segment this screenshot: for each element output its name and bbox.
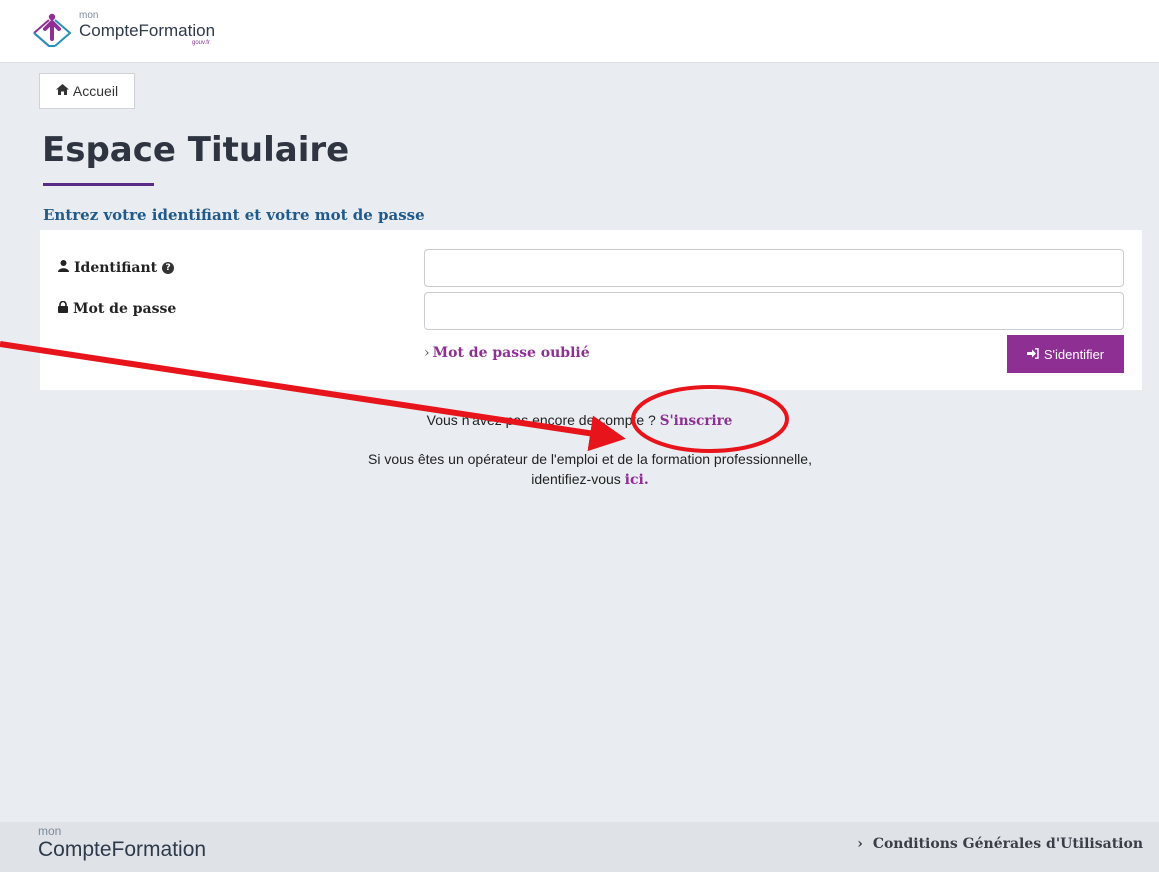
footer-logo-brand-text: CompteFormation bbox=[38, 838, 207, 861]
footer-logo-mon-text: mon bbox=[38, 824, 62, 838]
password-label: Mot de passe bbox=[58, 300, 177, 317]
identifier-label: Identifiant ? bbox=[58, 260, 175, 276]
logo-mon-text: mon bbox=[79, 10, 99, 21]
login-button-label: S'identifier bbox=[1043, 346, 1105, 362]
page-title: Espace Titulaire bbox=[42, 130, 350, 170]
home-button[interactable]: Accueil bbox=[39, 73, 135, 109]
sign-in-icon bbox=[1026, 347, 1039, 362]
identifier-input[interactable] bbox=[424, 249, 1124, 287]
login-button[interactable]: S'identifier bbox=[1007, 335, 1124, 373]
form-heading: Entrez votre identifiant et votre mot de… bbox=[43, 206, 425, 224]
site-footer: mon CompteFormation › Conditions Générale… bbox=[0, 822, 1159, 872]
operator-text-line1: Si vous êtes un opérateur de l'emploi et… bbox=[368, 451, 812, 467]
chevron-right-icon: › bbox=[424, 345, 430, 361]
terms-link[interactable]: › Conditions Générales d'Utilisation bbox=[857, 836, 1143, 852]
terms-link-text: Conditions Générales d'Utilisation bbox=[872, 836, 1143, 852]
forgot-password-link[interactable]: › Mot de passe oublié bbox=[424, 345, 590, 361]
identifier-label-text: Identifiant bbox=[74, 260, 158, 276]
user-icon bbox=[58, 260, 69, 276]
lock-icon bbox=[58, 300, 68, 317]
operator-login-link[interactable]: ici. bbox=[625, 472, 649, 488]
password-input[interactable] bbox=[424, 292, 1124, 330]
operator-text-line2: identifiez-vous bbox=[531, 471, 621, 487]
logo-mark-icon bbox=[33, 13, 72, 47]
login-form-panel: Identifiant ? Mot de passe › Mot de passe… bbox=[40, 230, 1142, 390]
forgot-password-link-text: Mot de passe oublié bbox=[432, 345, 590, 361]
title-underline bbox=[43, 183, 154, 186]
logo-brand-text: CompteFormation bbox=[79, 21, 216, 40]
home-button-label: Accueil bbox=[72, 83, 119, 99]
home-icon bbox=[55, 84, 69, 98]
chevron-right-icon: › bbox=[857, 836, 863, 852]
operator-notice: Si vous êtes un opérateur de l'emploi et… bbox=[300, 449, 880, 490]
password-label-text: Mot de passe bbox=[73, 301, 177, 317]
logo-gouv-text: gouv.fr bbox=[192, 40, 210, 46]
site-header: mon CompteFormation gouv.fr bbox=[0, 0, 1159, 63]
signup-prompt-text: Vous n'avez pas encore de compte ? bbox=[426, 412, 656, 428]
footer-logo[interactable]: mon CompteFormation bbox=[38, 825, 206, 863]
signup-link[interactable]: S'inscrire bbox=[660, 413, 733, 429]
question-circle-icon[interactable]: ? bbox=[162, 262, 175, 274]
signup-prompt: Vous n'avez pas encore de compte ? S'ins… bbox=[0, 412, 1159, 429]
